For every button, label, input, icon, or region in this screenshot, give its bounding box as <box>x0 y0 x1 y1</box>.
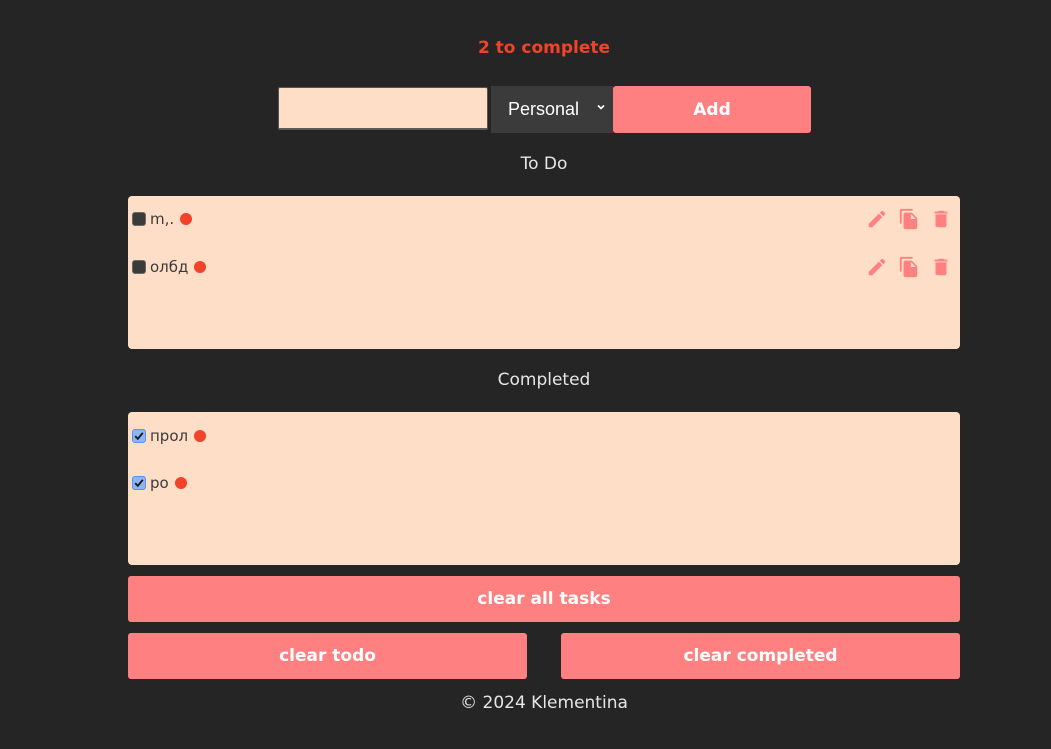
footer-copyright: © 2024 Klementina <box>460 693 628 713</box>
chevron-down-icon <box>597 104 605 110</box>
priority-dot-icon <box>194 430 207 442</box>
completed-list: прол ро <box>128 412 960 565</box>
trash-icon[interactable] <box>930 256 952 278</box>
task-text: олбд <box>150 258 189 276</box>
clear-todo-button[interactable]: clear todo <box>128 633 527 679</box>
copy-icon[interactable] <box>898 208 920 230</box>
priority-dot-icon <box>174 477 187 489</box>
task-input[interactable] <box>278 87 488 130</box>
task-actions <box>866 208 954 230</box>
clear-completed-button[interactable]: clear completed <box>561 633 960 679</box>
task-checkbox[interactable] <box>132 260 146 274</box>
task-text: ро <box>150 474 169 492</box>
todo-item: m,. <box>132 206 954 232</box>
checkmark-icon <box>134 432 144 441</box>
task-checkbox-checked[interactable] <box>132 476 146 490</box>
trash-icon[interactable] <box>930 208 952 230</box>
copy-icon[interactable] <box>898 256 920 278</box>
todo-app: 2 to complete Personal Add To Do m,. олб… <box>0 0 1051 749</box>
completed-item: ро <box>132 470 954 496</box>
todo-list: m,. олбд <box>128 196 960 349</box>
task-actions <box>866 256 954 278</box>
priority-dot-icon <box>180 213 193 225</box>
clear-all-button[interactable]: clear all tasks <box>128 576 960 622</box>
todo-item: олбд <box>132 254 954 280</box>
priority-dot-icon <box>194 261 207 273</box>
task-checkbox-checked[interactable] <box>132 429 146 443</box>
add-button[interactable]: Add <box>613 86 811 133</box>
completed-section-title: Completed <box>497 370 591 390</box>
completed-item: прол <box>132 423 954 449</box>
pencil-icon[interactable] <box>866 208 888 230</box>
remaining-counter: 2 to complete <box>477 38 611 58</box>
checkmark-icon <box>134 479 144 488</box>
category-select[interactable]: Personal <box>491 86 613 133</box>
task-text: m,. <box>150 210 175 228</box>
task-checkbox[interactable] <box>132 212 146 226</box>
task-text: прол <box>150 427 189 445</box>
category-selected-value: Personal <box>508 99 580 119</box>
pencil-icon[interactable] <box>866 256 888 278</box>
todo-section-title: To Do <box>520 154 568 174</box>
